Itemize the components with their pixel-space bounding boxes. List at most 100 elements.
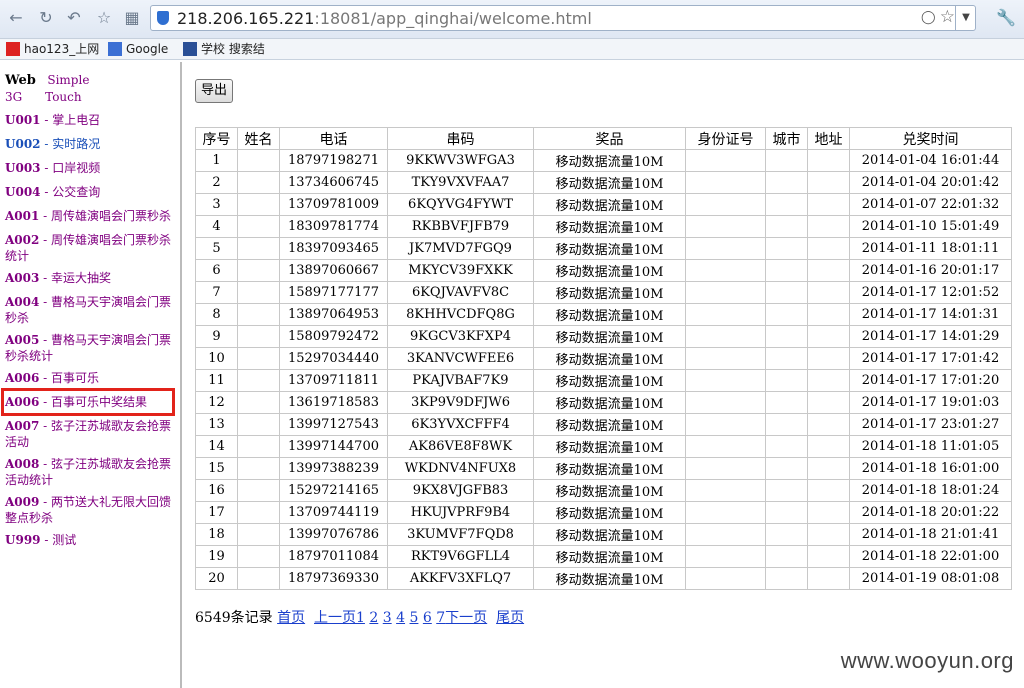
- page-first-link[interactable]: 首页: [277, 610, 305, 626]
- table-cell: 2014-01-17 14:01:29: [849, 325, 1012, 348]
- table-cell: [237, 435, 280, 458]
- page-link[interactable]: 1: [356, 610, 365, 626]
- sidebar-item-a002[interactable]: A002 - 周传雄演唱会门票秒杀统计: [5, 232, 177, 264]
- page-last-link[interactable]: 尾页: [496, 610, 524, 626]
- table-cell: 9: [195, 325, 238, 348]
- dropdown-icon[interactable]: ▼: [955, 5, 976, 31]
- reload-icon[interactable]: ↻: [36, 8, 56, 28]
- table-cell: [807, 545, 850, 568]
- table-cell: 移动数据流量10M: [533, 391, 686, 414]
- table-cell: [237, 523, 280, 546]
- undo-icon[interactable]: ↶: [64, 8, 84, 28]
- table-row: 16 15297214165 9KX8VJGFB83 移动数据流量10M 2014-01…: [195, 479, 1012, 502]
- page-link[interactable]: 6: [423, 610, 432, 626]
- table-cell: [807, 237, 850, 260]
- table-cell: 移动数据流量10M: [533, 171, 686, 194]
- col-header: 电话: [279, 127, 388, 150]
- table-cell: [807, 215, 850, 238]
- table-cell: [685, 435, 766, 458]
- table-cell: [685, 193, 766, 216]
- table-cell: RKT9V6GFLL4: [387, 545, 534, 568]
- table-cell: 移动数据流量10M: [533, 149, 686, 172]
- table-cell: [685, 545, 766, 568]
- bookmark-google[interactable]: Google: [108, 41, 168, 57]
- bookmark-hao123[interactable]: hao123_上网: [6, 41, 99, 57]
- sidebar-item-a005[interactable]: A005 - 曹格马天宇演唱会门票秒杀统计: [5, 332, 177, 364]
- table-cell: [237, 501, 280, 524]
- table-cell: TKY9VXVFAA7: [387, 171, 534, 194]
- table-cell: 4: [195, 215, 238, 238]
- address-bar[interactable]: 218.206.165.221:18081/app_qinghai/welcom…: [150, 5, 976, 31]
- table-cell: [685, 347, 766, 370]
- bookmark-school[interactable]: 学校 搜索结: [183, 41, 265, 57]
- table-cell: [765, 501, 808, 524]
- sidebar-item-u999[interactable]: U999 - 测试: [5, 532, 177, 548]
- table-cell: 移动数据流量10M: [533, 325, 686, 348]
- table-cell: 17: [195, 501, 238, 524]
- link-touch[interactable]: Touch: [45, 90, 81, 104]
- link-web[interactable]: Web: [5, 73, 36, 88]
- col-header: 奖品: [533, 127, 686, 150]
- table-cell: [685, 567, 766, 590]
- wrench-icon[interactable]: 🔧: [996, 8, 1016, 27]
- star-icon[interactable]: ☆: [94, 8, 114, 28]
- table-cell: 18: [195, 523, 238, 546]
- sidebar-item-u002[interactable]: U002 - 实时路况: [5, 136, 177, 152]
- back-icon[interactable]: ←: [6, 8, 26, 28]
- bookmarks-bar: hao123_上网 Google 学校 搜索结: [0, 39, 1024, 60]
- table-cell: AKKFV3XFLQ7: [387, 567, 534, 590]
- highlight-box: [1, 388, 175, 416]
- favorite-star-icon[interactable]: ☆: [940, 7, 955, 27]
- ie-mode-icon[interactable]: ◯: [921, 10, 936, 25]
- link-3g[interactable]: 3G: [5, 90, 22, 104]
- table-cell: 8: [195, 303, 238, 326]
- link-simple[interactable]: Simple: [47, 73, 89, 87]
- browser-toolbar: ← ↻ ↶ ☆ ▦ 218.206.165.221:18081/app_qing…: [0, 0, 1024, 39]
- sidebar-item-u003[interactable]: U003 - 口岸视频: [5, 160, 177, 176]
- url-text[interactable]: 218.206.165.221:18081/app_qinghai/welcom…: [177, 9, 592, 28]
- export-button[interactable]: 导出: [195, 79, 233, 103]
- table-cell: 13734606745: [279, 171, 388, 194]
- table-cell: [807, 171, 850, 194]
- table-cell: [807, 369, 850, 392]
- col-header: 地址: [807, 127, 850, 150]
- sidebar-item-a009[interactable]: A009 - 两节送大礼无限大回馈整点秒杀: [5, 494, 177, 526]
- table-body: 1 18797198271 9KKWV3WFGA3 移动数据流量10M 2014-01-…: [195, 149, 1012, 590]
- sidebar-item-a006[interactable]: A006 - 百事可乐: [5, 370, 177, 386]
- table-cell: [237, 215, 280, 238]
- page-link[interactable]: 7: [436, 610, 445, 626]
- table-cell: MKYCV39FXKK: [387, 259, 534, 282]
- table-cell: 2: [195, 171, 238, 194]
- table-cell: 9KX8VJGFB83: [387, 479, 534, 502]
- page-link[interactable]: 5: [410, 610, 419, 626]
- sidebar-item-a007[interactable]: A007 - 弦子汪苏城歌友会抢票活动: [5, 418, 177, 450]
- sidebar-item-a004[interactable]: A004 - 曹格马天宇演唱会门票秒杀: [5, 294, 177, 326]
- sidebar-item-a008[interactable]: A008 - 弦子汪苏城歌友会抢票活动统计: [5, 456, 177, 488]
- sidebar: Web Simple 3G Touch U001 - 掌上电召 U002 - 实…: [0, 62, 182, 688]
- google-icon: [108, 42, 122, 56]
- page-link[interactable]: 4: [396, 610, 405, 626]
- table-cell: [685, 303, 766, 326]
- page-next-link[interactable]: 下一页: [445, 610, 487, 626]
- table-cell: [807, 259, 850, 282]
- table-cell: [685, 369, 766, 392]
- page-link[interactable]: 2: [369, 610, 378, 626]
- sidebar-item-u001[interactable]: U001 - 掌上电召: [5, 112, 177, 128]
- sidebar-item-u004[interactable]: U004 - 公交查询: [5, 184, 177, 200]
- table-cell: 3KANVCWFEE6: [387, 347, 534, 370]
- grid-icon[interactable]: ▦: [122, 8, 142, 28]
- table-cell: [685, 413, 766, 436]
- table-header-row: 序号 姓名 电话 串码 奖品 身份证号 城市 地址 兑奖时间: [195, 127, 1012, 150]
- table-cell: [237, 325, 280, 348]
- sidebar-item-a003[interactable]: A003 - 幸运大抽奖: [5, 270, 177, 286]
- table-cell: [765, 435, 808, 458]
- page-link[interactable]: 3: [383, 610, 392, 626]
- table-cell: 10: [195, 347, 238, 370]
- table-row: 14 13997144700 AK86VE8F8WK 移动数据流量10M 2014-01…: [195, 435, 1012, 458]
- table-cell: 移动数据流量10M: [533, 347, 686, 370]
- sidebar-item-a001[interactable]: A001 - 周传雄演唱会门票秒杀: [5, 208, 177, 224]
- page-prev-link[interactable]: 上一页: [314, 610, 356, 626]
- table-cell: [685, 325, 766, 348]
- table-cell: 3KUMVF7FQD8: [387, 523, 534, 546]
- table-cell: [765, 193, 808, 216]
